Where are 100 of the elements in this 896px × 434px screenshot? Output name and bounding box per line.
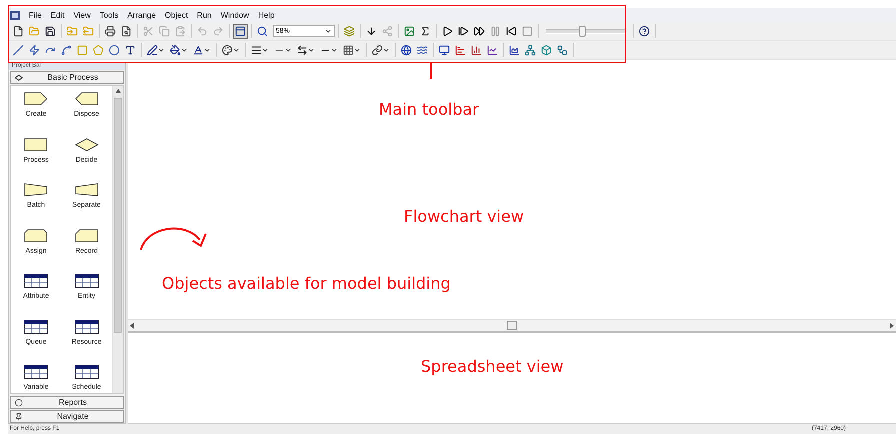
table-icon: [24, 274, 48, 288]
caret-icon: [181, 46, 188, 54]
layers-icon: [344, 26, 355, 36]
record-shape-icon: [74, 228, 99, 242]
network-icon: [525, 44, 536, 56]
table-icon: [74, 365, 99, 379]
fast-forward-icon: [474, 26, 485, 36]
caret-icon: [233, 46, 240, 54]
menu-item[interactable]: Arrange: [128, 10, 156, 20]
menu-item[interactable]: Window: [220, 10, 250, 20]
menu-item[interactable]: Object: [165, 10, 188, 20]
menu-item[interactable]: Help: [258, 10, 275, 20]
clipboard-icon: [175, 26, 186, 36]
caret-icon: [262, 46, 269, 54]
line-icon: [13, 44, 24, 56]
scroll-thumb[interactable]: [114, 98, 122, 333]
waves-icon: [417, 44, 428, 56]
network-button[interactable]: [523, 42, 538, 58]
layers-button[interactable]: [342, 24, 357, 38]
annotation: Spreadsheet view: [421, 357, 564, 376]
caret-icon: [331, 46, 338, 54]
line-button[interactable]: [11, 42, 26, 58]
menu-item[interactable]: Edit: [50, 10, 65, 20]
panel-section[interactable]: Navigate: [10, 410, 124, 423]
horizontal-scrollbar[interactable]: [128, 319, 896, 333]
caret-icon: [285, 46, 292, 54]
left-arrow-icon[interactable]: [130, 322, 135, 328]
rectangle-icon: [77, 44, 88, 56]
down-arrow-icon: [366, 26, 377, 36]
polyline-icon: [29, 44, 40, 56]
menu-item[interactable]: Run: [197, 10, 212, 20]
skip-back-icon: [506, 26, 517, 36]
diamond-icon: [15, 74, 23, 80]
caret-icon: [158, 46, 165, 54]
table-icon: [74, 320, 99, 334]
workflow-icon: [557, 44, 568, 56]
assign-shape-icon: [24, 228, 48, 242]
text-icon: [125, 44, 136, 56]
up-arrow-icon[interactable]: [116, 89, 120, 93]
scroll-thumb[interactable]: [507, 321, 517, 330]
folder-icon: [83, 26, 94, 36]
navigate-icon: [15, 412, 23, 420]
ellipse-button[interactable]: [107, 42, 122, 58]
menu-item[interactable]: View: [74, 10, 91, 20]
polyline-button[interactable]: [27, 42, 42, 58]
line-width-icon: [251, 44, 262, 56]
globe-button[interactable]: [399, 42, 414, 58]
cube-icon: [541, 44, 552, 56]
table-icon: [24, 365, 48, 379]
stop-icon: [522, 26, 533, 36]
arrows-icon: [297, 44, 308, 56]
caret-icon: [308, 46, 315, 54]
separate-shape-icon: [74, 183, 99, 197]
annotation: Main toolbar: [379, 100, 480, 119]
process-shape-icon: [24, 138, 48, 152]
print-button[interactable]: [103, 24, 118, 38]
layout-button[interactable]: [233, 24, 248, 38]
file-icon: [13, 26, 24, 36]
panel-section[interactable]: Reports: [10, 396, 124, 409]
right-arrow-icon[interactable]: [889, 322, 894, 328]
help-icon: [639, 26, 650, 36]
annotation: Flowchart view: [404, 207, 524, 226]
globe-icon: [401, 44, 412, 56]
connector-icon: [382, 26, 393, 36]
panel-header[interactable]: Basic Process: [10, 71, 124, 84]
leader-line: [429, 63, 433, 79]
dispose-shape-icon: [74, 92, 99, 106]
link-icon: [372, 44, 383, 56]
scissors-icon: [143, 26, 154, 36]
table-icon: [74, 274, 99, 288]
report-icon: [15, 398, 23, 406]
search-icon: [257, 26, 268, 36]
scrollbar[interactable]: [112, 86, 123, 393]
window-icon: [235, 26, 246, 36]
menu-item[interactable]: Tools: [100, 10, 119, 20]
bar-chart-icon: [455, 44, 466, 56]
copy-icon: [159, 26, 170, 36]
help-button[interactable]: [637, 24, 652, 38]
create-shape-icon: [24, 92, 48, 106]
sigma-icon: [420, 26, 431, 36]
column-chart-icon: [471, 44, 482, 56]
caret-icon: [383, 46, 390, 54]
decide-shape-icon: [74, 138, 99, 152]
palette-icon: [222, 44, 233, 56]
caret-icon: [204, 46, 211, 54]
step-forward-icon: [458, 26, 469, 36]
slider-thumb[interactable]: [579, 26, 586, 36]
redo-icon: [213, 26, 224, 36]
caret-icon: [354, 46, 361, 54]
table-icon: [24, 320, 48, 334]
folder-icon: [29, 26, 40, 36]
menu-item[interactable]: File: [29, 10, 42, 20]
paint-bucket-icon: [170, 44, 181, 56]
annotation: Objects available for model building: [162, 274, 451, 293]
curve-icon: [61, 44, 72, 56]
undo-icon: [197, 26, 208, 36]
pause-icon: [490, 26, 501, 36]
grid-icon: [343, 44, 354, 56]
arc-icon: [45, 44, 56, 56]
box-button[interactable]: [539, 42, 554, 58]
